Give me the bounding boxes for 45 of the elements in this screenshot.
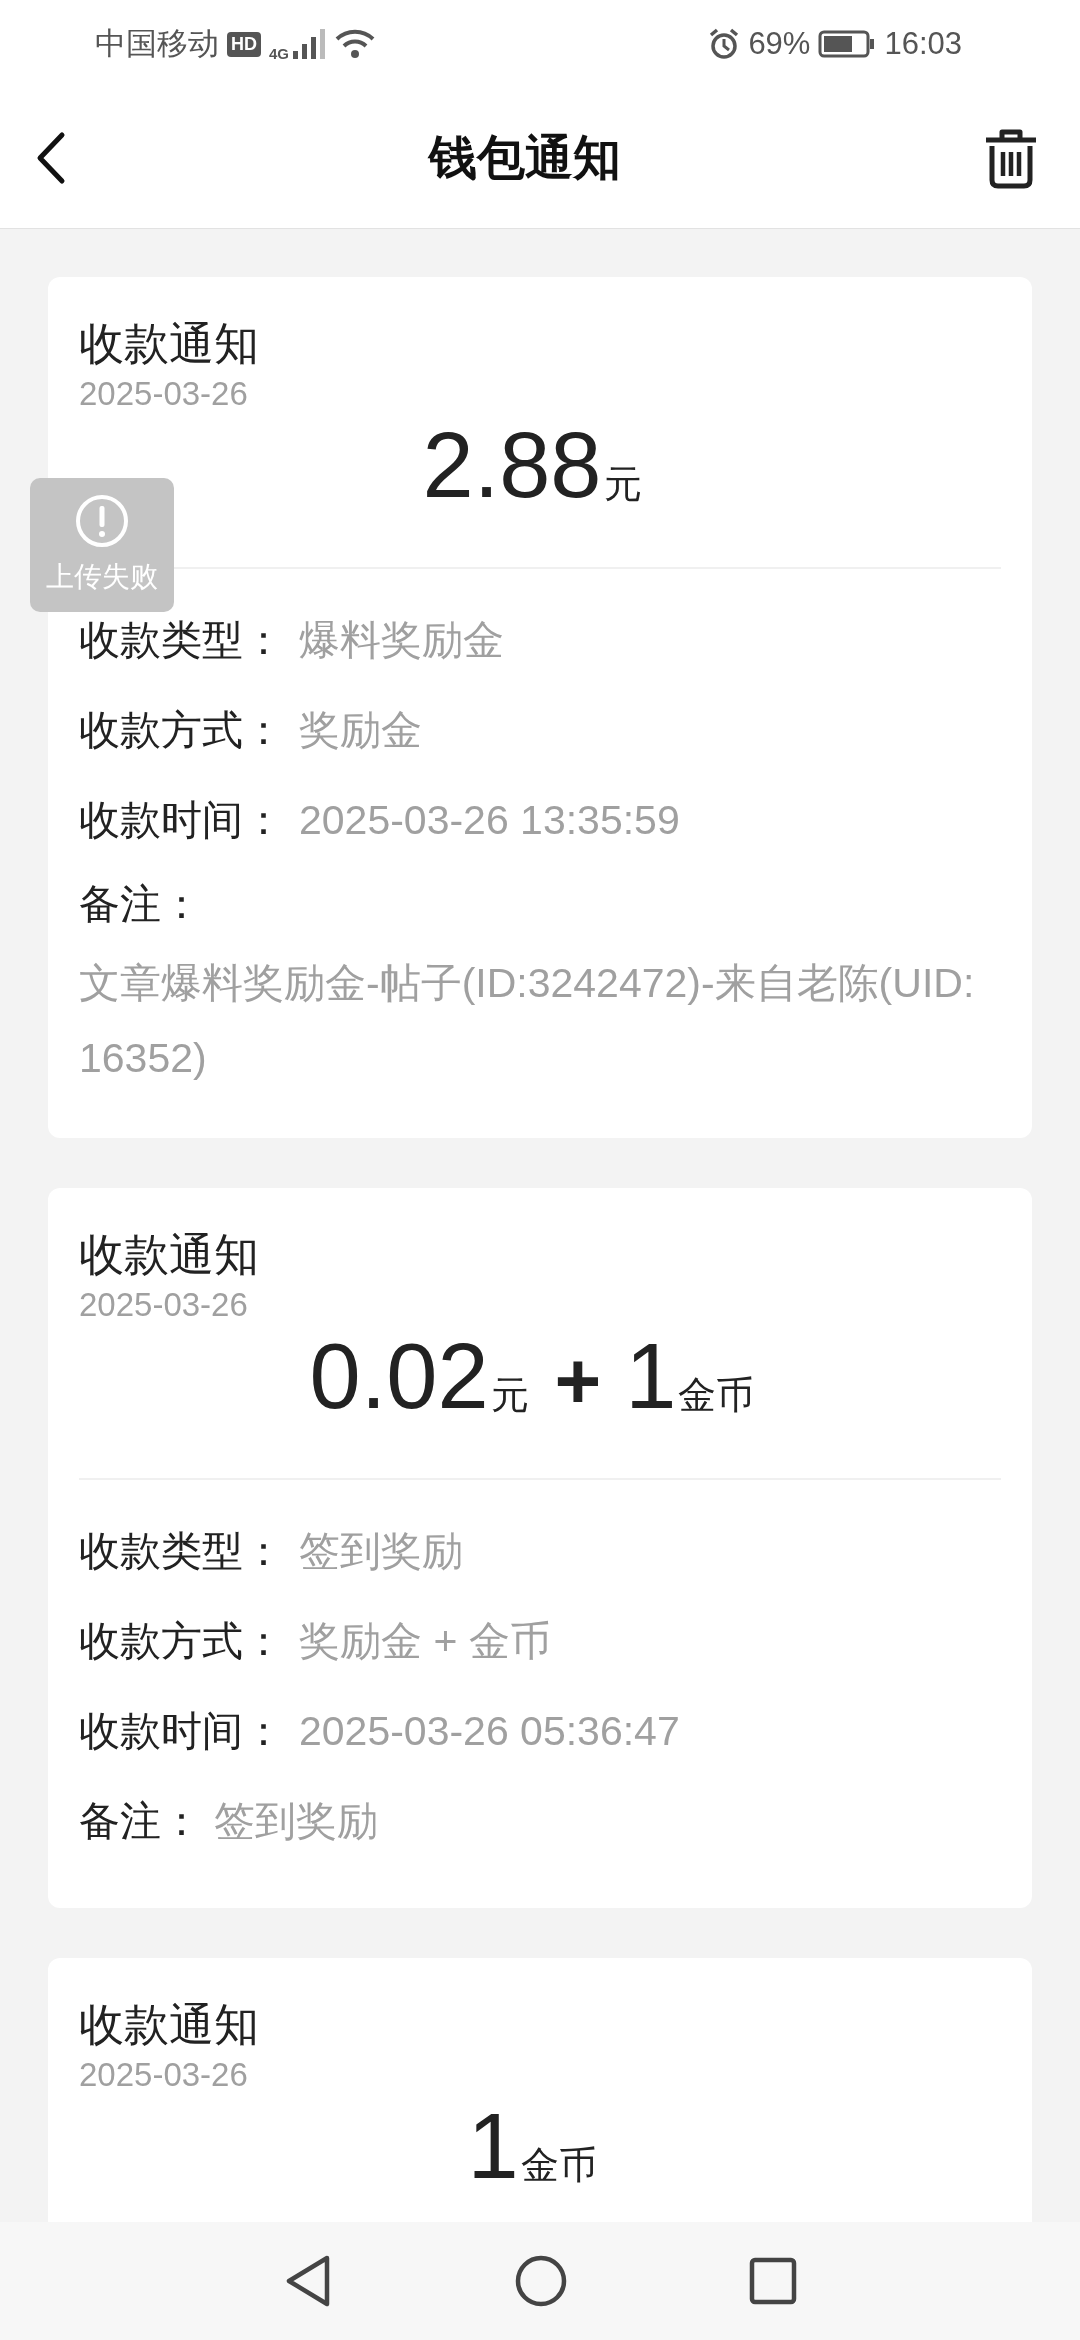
amount-unit: 元 — [603, 462, 642, 508]
signal-icon — [293, 29, 327, 59]
field-value: 爆料奖励金 — [299, 615, 504, 665]
field-label: 收款类型： — [79, 1525, 285, 1577]
recents-nav-icon[interactable] — [749, 2257, 797, 2305]
field-value: 奖励金 + 金币 — [299, 1616, 551, 1666]
toast-message: 上传失败 — [46, 559, 158, 595]
plus-sign: + — [554, 1335, 602, 1428]
field-value: 签到奖励 — [299, 1526, 463, 1576]
network-type: 4G — [269, 45, 289, 62]
home-nav-icon[interactable] — [515, 2255, 567, 2307]
card-date: 2025-03-26 — [79, 373, 249, 414]
card-title: 收款通知 — [79, 1997, 260, 2054]
card-date: 2025-03-26 — [79, 1284, 249, 1325]
battery-icon — [818, 30, 877, 58]
amount-unit: 元 — [490, 1373, 529, 1419]
page-title: 钱包通知 — [429, 128, 621, 187]
amount-unit: 金币 — [678, 1373, 755, 1419]
field-value: 签到奖励 — [214, 1796, 378, 1846]
field-value: 2025-03-26 05:36:47 — [299, 1707, 680, 1755]
alarm-icon — [708, 28, 741, 60]
field-label: 备注： — [79, 1795, 203, 1847]
clock-time: 16:03 — [884, 26, 962, 62]
card-title: 收款通知 — [79, 1227, 260, 1284]
amount-value: 0.02 — [309, 1324, 489, 1430]
field-value: 奖励金 — [299, 705, 422, 755]
warning-icon — [75, 494, 129, 548]
field-label: 收款方式： — [79, 704, 285, 756]
field-value: 2025-03-26 13:35:59 — [299, 796, 680, 844]
wifi-icon — [335, 29, 375, 59]
amount-value: 1 — [467, 2094, 519, 2200]
field-value: 文章爆料奖励金-帖子(ID:3242472)-来自老陈(UID:16352) — [79, 959, 976, 1084]
field-label: 收款方式： — [79, 1615, 285, 1667]
field-label: 收款时间： — [79, 794, 285, 846]
hd-badge: HD — [227, 31, 261, 57]
field-label: 备注： — [79, 879, 203, 931]
field-label: 收款时间： — [79, 1705, 285, 1757]
card-title: 收款通知 — [79, 316, 260, 372]
amount-unit: 金币 — [520, 2143, 597, 2189]
carrier-name: 中国移动 — [95, 25, 219, 63]
field-label: 收款类型： — [79, 614, 285, 666]
amount-value: 1 — [625, 1324, 677, 1430]
card-date: 2025-03-26 — [79, 2054, 249, 2095]
battery-percent: 69% — [748, 26, 811, 62]
amount-value: 2.88 — [422, 413, 602, 519]
